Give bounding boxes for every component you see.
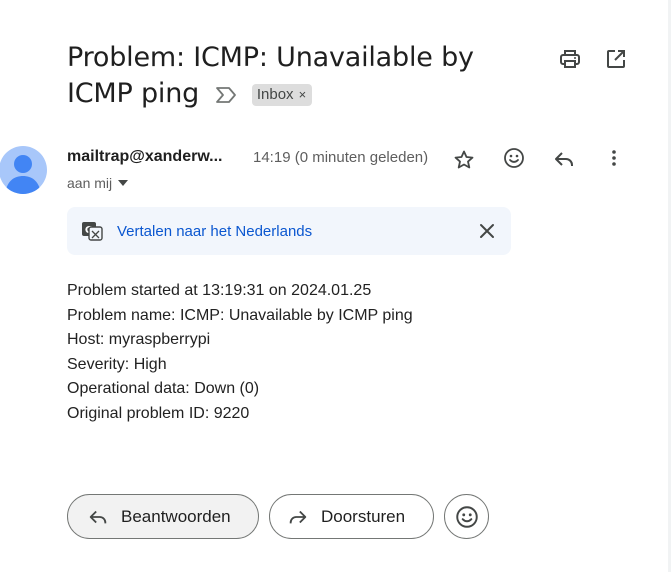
remove-label-icon[interactable]: ×: [299, 77, 307, 113]
chevron-down-icon: [118, 180, 129, 186]
recipient-details-toggle[interactable]: aan mij: [67, 175, 129, 191]
body-line: Host: myraspberrypi: [67, 331, 211, 348]
star-icon[interactable]: [452, 148, 476, 172]
forward-icon: [289, 510, 307, 523]
emoji-reaction-button[interactable]: [444, 494, 489, 539]
add-reaction-icon[interactable]: [502, 146, 526, 170]
reply-icon[interactable]: [552, 147, 576, 171]
reply-icon: [89, 510, 107, 523]
body-line: Operational data: Down (0): [67, 380, 260, 397]
email-subject: Problem: ICMP: Unavailable by ICMP ping …: [67, 40, 537, 112]
close-icon[interactable]: [477, 221, 497, 241]
sender-avatar[interactable]: [0, 146, 47, 194]
default-avatar-icon: [5, 155, 41, 194]
translate-icon: G: [82, 222, 103, 241]
more-vertical-icon[interactable]: [602, 146, 626, 170]
forward-button[interactable]: Doorsturen: [269, 494, 434, 539]
add-reaction-icon: [455, 505, 478, 528]
forward-button-label: Doorsturen: [321, 506, 406, 526]
body-line: Problem name: ICMP: Unavailable by ICMP …: [67, 306, 413, 324]
recipient-label: aan mij: [67, 175, 113, 191]
translate-link[interactable]: Vertalen naar het Nederlands: [117, 223, 312, 240]
reply-button[interactable]: Beantwoorden: [67, 494, 259, 539]
label-chip-inbox[interactable]: Inbox ×: [251, 83, 313, 106]
open-in-new-window-icon[interactable]: [604, 47, 628, 71]
label-chip-text: Inbox: [256, 85, 294, 103]
body-line: Problem started at 13:19:31 on 2024.01.2…: [67, 282, 372, 299]
print-icon[interactable]: [558, 47, 582, 71]
translate-banner: G Vertalen naar het Nederlands: [67, 207, 511, 255]
message-time: 14:19 (0 minuten geleden): [253, 149, 429, 166]
body-line: Original problem ID: 9220: [67, 404, 250, 422]
importance-marker-icon[interactable]: [215, 86, 237, 104]
sender-address[interactable]: mailtrap@xanderw...: [67, 148, 223, 166]
reply-button-label: Beantwoorden: [121, 506, 231, 526]
body-line: Severity: High: [67, 355, 167, 373]
email-body: Problem started at 13:19:31 on 2024.01.2…: [67, 279, 413, 426]
